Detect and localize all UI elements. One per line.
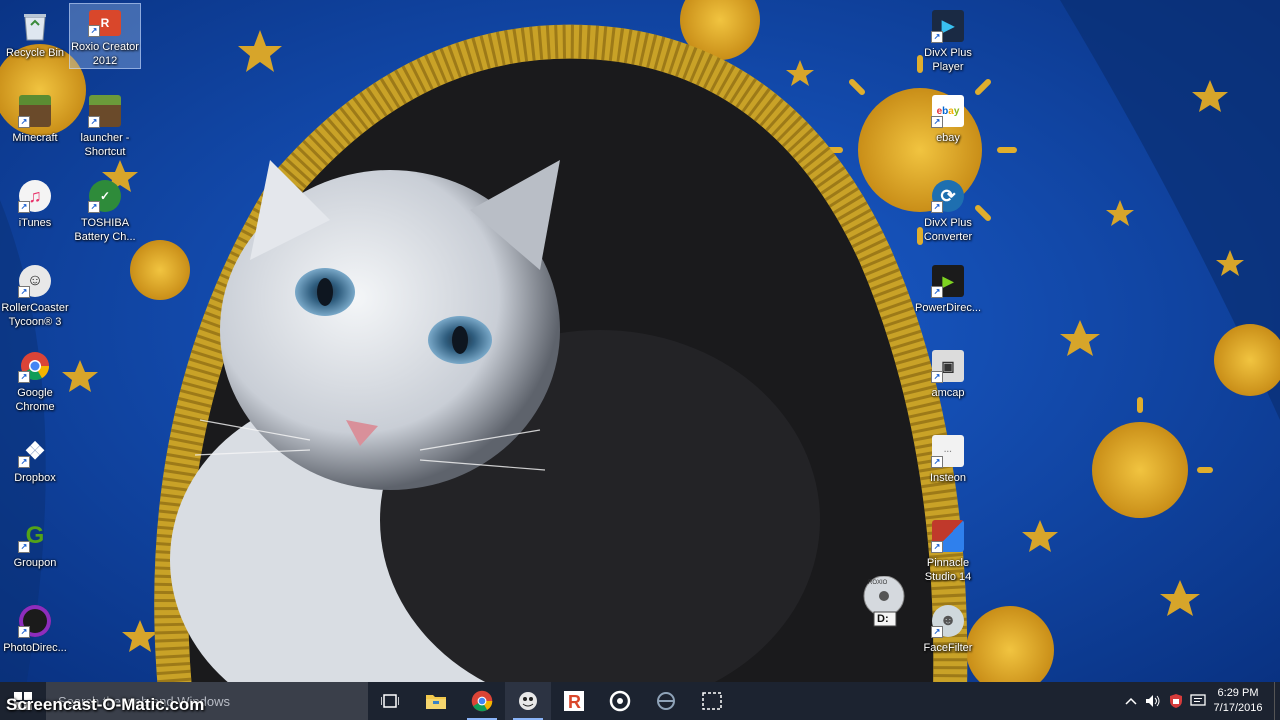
- ebay-icon: e b a y ↗: [931, 95, 964, 128]
- network-icon: [657, 692, 675, 710]
- drive-letter: D:: [877, 613, 889, 625]
- desktop-icon-rollercoaster-tycoon-3[interactable]: ☺ ↗ RollerCoaster Tycoon® 3: [0, 259, 70, 339]
- message-icon: [1190, 694, 1206, 706]
- desktop-icon-pinnacle-studio-14[interactable]: ↗ Pinnacle Studio 14: [913, 514, 983, 594]
- desktop-icon-ebay[interactable]: e b a y ↗ ebay: [913, 89, 983, 169]
- desktop-icon-label: Pinnacle Studio 14: [924, 557, 972, 583]
- tray-messages[interactable]: [1188, 682, 1208, 720]
- desktop-icon-label: DivX Plus Converter: [923, 217, 973, 243]
- minecraft-icon: ↗: [18, 95, 51, 128]
- tray-overflow-chevron[interactable]: [1122, 682, 1140, 720]
- desktop-icon-dropbox[interactable]: ❖ ↗ Dropbox: [0, 429, 70, 509]
- tray-volume[interactable]: [1143, 682, 1163, 720]
- divx-player-icon: ▶ ↗: [931, 10, 964, 43]
- desktop-icon-insteon[interactable]: ··· ↗ Insteon: [913, 429, 983, 509]
- desktop-icon-label: amcap: [931, 387, 965, 399]
- desktop-icon-label: Groupon: [13, 557, 57, 569]
- desktop-icon-label: launcher - Shortcut: [80, 132, 130, 158]
- rct3-icon: ☺ ↗: [18, 265, 51, 298]
- desktop-icon-label: DivX Plus Player: [924, 47, 972, 73]
- desktop-icon-powerdirector[interactable]: ▶ ↗ PowerDirec...: [913, 259, 983, 339]
- facefilter-icon: ☻ ↗: [931, 605, 964, 638]
- tray-security[interactable]: [1166, 682, 1186, 720]
- desktop-icon-label: PhotoDirec...: [3, 642, 67, 654]
- roxio-icon: R ↗: [88, 10, 121, 37]
- drive-brand: ROXIO: [868, 580, 888, 586]
- powerdirector-icon: ▶ ↗: [931, 265, 964, 298]
- desktop-icon-roxio-creator-2012[interactable]: R ↗ Roxio Creator 2012: [69, 3, 141, 69]
- desktop-icon-amcap[interactable]: ▣ ↗ amcap: [913, 344, 983, 424]
- desktop-icon-label: Roxio Creator 2012: [71, 41, 139, 67]
- taskbar-chrome[interactable]: [459, 682, 505, 720]
- taskbar-task-view[interactable]: [367, 682, 413, 720]
- insteon-icon: ··· ↗: [931, 435, 964, 468]
- desktop-icon-label: Recycle Bin: [5, 47, 65, 59]
- recycle-bin-icon: [19, 10, 51, 42]
- shield-icon: [1170, 694, 1182, 708]
- battery-check-icon: ✓ ↗: [88, 180, 121, 213]
- chrome-icon: [471, 690, 493, 712]
- desktop-icon-label: PowerDirec...: [914, 302, 982, 314]
- divx-converter-icon: ⟳ ↗: [931, 180, 964, 213]
- screencast-watermark: Screencast-O-Matic.com: [6, 695, 205, 714]
- taskbar-rct3[interactable]: [505, 682, 551, 720]
- desktop-icon-facefilter[interactable]: ☻ ↗ FaceFilter: [913, 599, 983, 679]
- taskbar-groove[interactable]: [597, 682, 643, 720]
- desktop-icon-label: ebay: [936, 132, 960, 144]
- desktop-icon-recycle-bin[interactable]: Recycle Bin: [0, 4, 70, 84]
- desktop-icon-google-chrome[interactable]: ↗ Google Chrome: [0, 344, 70, 424]
- desktop-icon-label: Minecraft: [12, 132, 58, 144]
- desktop-icon-label: FaceFilter: [923, 642, 973, 654]
- taskbar-file-explorer[interactable]: [413, 682, 459, 720]
- rct3-icon: [519, 692, 537, 710]
- desktop-icon-photodirector[interactable]: ↗ PhotoDirec...: [0, 599, 70, 679]
- disc-icon: [609, 690, 631, 712]
- desktop-icon-label: iTunes: [18, 217, 52, 229]
- taskbar-clock[interactable]: 6:29 PM 7/17/2016: [1208, 682, 1268, 720]
- desktop-icon-groupon[interactable]: G ↗ Groupon: [0, 514, 70, 594]
- dropbox-icon: ❖ ↗: [18, 435, 51, 468]
- amcap-icon: ▣ ↗: [931, 350, 964, 383]
- clock-date: 7/17/2016: [1213, 702, 1263, 714]
- desktop-icon-label: Dropbox: [14, 472, 56, 484]
- desktop-icon-label: RollerCoaster Tycoon® 3: [1, 302, 69, 328]
- taskbar-roxio[interactable]: R: [551, 682, 597, 720]
- selection-icon: [702, 692, 722, 710]
- chevron-up-icon: [1125, 697, 1137, 705]
- desktop-icon-itunes[interactable]: ♫ ↗ iTunes: [0, 174, 70, 254]
- desktop-icon-label: TOSHIBA Battery Ch...: [74, 217, 136, 243]
- desktop-icon-toshiba-battery[interactable]: ✓ ↗ TOSHIBA Battery Ch...: [70, 174, 140, 254]
- roxio-drive-widget[interactable]: ROXIO D:: [862, 575, 908, 628]
- clock-time: 6:29 PM: [1217, 687, 1259, 699]
- desktop-icon-label: Google Chrome: [15, 387, 55, 413]
- task-view-icon: [381, 694, 399, 708]
- roxio-icon: R: [564, 691, 584, 712]
- show-desktop-button[interactable]: [1274, 682, 1280, 720]
- folder-icon: [426, 695, 446, 709]
- speaker-icon: [1146, 695, 1160, 707]
- desktop-icon-divx-plus-player[interactable]: ▶ ↗ DivX Plus Player: [913, 4, 983, 84]
- svg-text:R: R: [568, 692, 581, 712]
- minecraft-launcher-icon: ↗: [88, 95, 121, 128]
- pinnacle-icon: ↗: [931, 520, 964, 553]
- photodirector-icon: ↗: [18, 605, 51, 638]
- itunes-icon: ♫ ↗: [18, 180, 51, 213]
- desktop-wallpaper: [0, 0, 1280, 720]
- taskbar-network-app[interactable]: [643, 682, 689, 720]
- desktop-icon-minecraft[interactable]: ↗ Minecraft: [0, 89, 70, 169]
- desktop-icon-divx-plus-converter[interactable]: ⟳ ↗ DivX Plus Converter: [913, 174, 983, 254]
- desktop-icon-label: Insteon: [929, 472, 967, 484]
- groupon-icon: G ↗: [18, 520, 51, 553]
- taskbar-screen-capture[interactable]: [689, 682, 735, 720]
- desktop-icon-launcher-shortcut[interactable]: ↗ launcher - Shortcut: [70, 89, 140, 169]
- chrome-icon: ↗: [18, 350, 51, 383]
